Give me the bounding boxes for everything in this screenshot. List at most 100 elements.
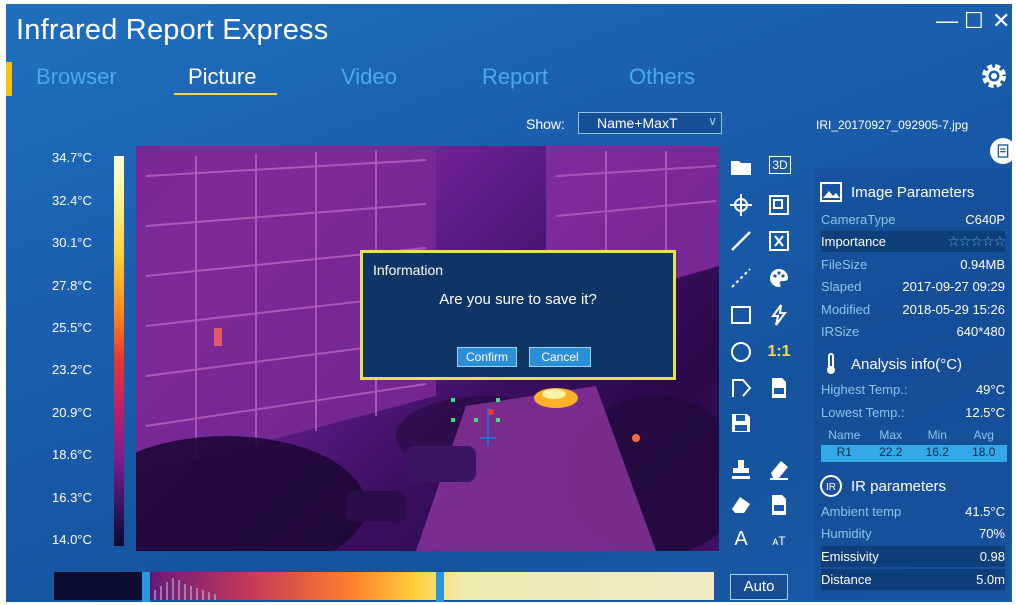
open-folder-icon[interactable] — [728, 154, 754, 180]
scale-label: 34.7°C — [52, 150, 92, 165]
tab-picture[interactable]: Picture — [188, 64, 256, 90]
document-icon[interactable] — [990, 138, 1012, 164]
lowest-temp-row: Lowest Temp.: 12.5°C — [821, 402, 1005, 423]
camera-type-row: CameraType C640P — [821, 209, 1005, 230]
distance-value[interactable]: 5.0m — [976, 572, 1005, 587]
humidity-label: Humidity — [821, 526, 872, 541]
show-dropdown[interactable]: Name+MaxT ∨ — [578, 112, 722, 134]
column-header: Name — [828, 428, 861, 442]
image-params-title: Image Parameters — [851, 183, 975, 201]
export-pdf-icon[interactable] — [766, 492, 792, 518]
app-window: Infrared Report Express — ☐ ✕ Browser Pi… — [6, 4, 1012, 602]
app-title: Infrared Report Express — [16, 14, 329, 46]
distance-label: Distance — [821, 572, 872, 587]
polygon-tool-icon[interactable] — [728, 375, 754, 401]
thermometer-icon — [827, 353, 835, 374]
histogram-bars — [154, 578, 216, 600]
camera-type-value: C640P — [965, 212, 1005, 227]
temperature-colorbar — [114, 156, 124, 546]
importance-row: Importance ☆☆☆☆☆ — [821, 231, 1006, 252]
file-name: IRI_20170927_092905-7.jpg — [816, 118, 969, 132]
analysis-title: Analysis info(°C) — [851, 355, 963, 373]
gear-icon[interactable] — [978, 60, 1012, 94]
3d-label: 3D — [769, 156, 791, 174]
scale-label: 16.3°C — [52, 490, 92, 505]
column-header: Avg — [973, 428, 994, 442]
camera-type-label: CameraType — [821, 212, 896, 227]
palette-histogram[interactable] — [54, 572, 714, 600]
highest-temp-row: Highest Temp.: 49°C — [821, 379, 1005, 400]
polyline-tool-icon[interactable] — [728, 265, 754, 291]
irsize-label: IRSize — [821, 324, 860, 339]
svg-text:IR: IR — [826, 482, 836, 493]
active-tab-underline — [174, 93, 277, 95]
text-eraser-icon[interactable] — [728, 492, 754, 518]
histogram-high-handle[interactable] — [436, 572, 444, 602]
irsize-row: IRSize 640*480 — [821, 321, 1005, 342]
palette-icon[interactable] — [766, 265, 792, 291]
save-icon[interactable] — [728, 410, 754, 436]
tab-video[interactable]: Video — [341, 64, 397, 90]
information-dialog: Information Are you sure to save it? Con… — [360, 250, 676, 380]
dialog-message: Are you sure to save it? — [439, 291, 597, 308]
one-to-one-icon[interactable]: 1:1 — [766, 339, 792, 365]
scale-label: 32.4°C — [52, 193, 92, 208]
minimize-button[interactable]: — — [936, 10, 958, 32]
analysis-table-header: Name Max Min Avg — [821, 428, 1007, 444]
analysis-header: Analysis info(°C) — [819, 352, 962, 376]
ambient-value[interactable]: 41.5°C — [965, 504, 1005, 519]
rectangle-tool-icon[interactable] — [728, 302, 754, 328]
export-image-icon[interactable] — [766, 375, 792, 401]
ellipse-tool-icon[interactable] — [728, 339, 754, 365]
irsize-value: 640*480 — [956, 324, 1005, 339]
importance-stars[interactable]: ☆☆☆☆☆ — [947, 233, 1006, 250]
3d-view-icon[interactable]: 3D — [766, 152, 794, 178]
humidity-row: Humidity 70% — [821, 523, 1005, 544]
lightning-icon[interactable] — [766, 302, 792, 328]
auto-button[interactable]: Auto — [730, 574, 788, 600]
ir-params-title: IR parameters — [851, 477, 947, 495]
scale-label: 25.5°C — [52, 320, 92, 335]
image-params-header: Image Parameters — [819, 180, 974, 204]
modified-value: 2018-05-29 15:26 — [902, 302, 1005, 317]
importance-label: Importance — [821, 234, 887, 249]
tab-report[interactable]: Report — [482, 64, 548, 90]
tab-browser[interactable]: Browser — [36, 64, 117, 90]
text-size-icon[interactable]: ᴀT — [766, 528, 792, 554]
emissivity-label: Emissivity — [821, 549, 879, 564]
eraser-icon[interactable] — [766, 456, 792, 482]
copy-icon[interactable] — [766, 192, 792, 218]
crosshair-point-icon[interactable] — [728, 192, 754, 218]
close-button[interactable]: ✕ — [992, 10, 1010, 32]
table-row[interactable]: R1 22.2 16.2 18.0 — [821, 445, 1007, 462]
table-cell: 16.2 — [925, 445, 949, 459]
table-cell: 22.2 — [879, 445, 903, 459]
stamp-icon[interactable] — [728, 456, 754, 482]
highest-temp-label: Highest Temp.: — [821, 382, 908, 397]
humidity-value[interactable]: 70% — [979, 526, 1005, 541]
table-cell: R1 — [836, 445, 852, 459]
scale-label: 14.0°C — [52, 532, 92, 547]
ambient-label: Ambient temp — [821, 504, 902, 519]
line-tool-icon[interactable] — [728, 228, 754, 254]
text-tool-icon[interactable]: A — [728, 526, 754, 552]
emissivity-value[interactable]: 0.98 — [980, 549, 1005, 564]
lowest-temp-label: Lowest Temp.: — [821, 405, 905, 420]
filesize-label: FileSize — [821, 257, 868, 272]
tab-others[interactable]: Others — [629, 64, 695, 90]
column-header: Min — [927, 428, 947, 442]
slaped-row: Slaped 2017-09-27 09:29 — [821, 276, 1005, 297]
column-header: Max — [879, 428, 903, 442]
scale-label: 27.8°C — [52, 278, 92, 293]
ir-icon: IR — [820, 475, 842, 497]
histogram-low-handle[interactable] — [142, 572, 150, 602]
delete-box-icon[interactable] — [766, 228, 792, 254]
cancel-button[interactable]: Cancel — [529, 347, 591, 367]
highest-temp-value: 49°C — [975, 382, 1005, 397]
modified-label: Modified — [821, 302, 871, 317]
scale-label: 30.1°C — [52, 235, 92, 250]
slaped-value: 2017-09-27 09:29 — [902, 279, 1005, 294]
emissivity-row: Emissivity 0.98 — [821, 546, 1005, 567]
confirm-button[interactable]: Confirm — [457, 347, 517, 367]
maximize-button[interactable]: ☐ — [964, 10, 984, 32]
